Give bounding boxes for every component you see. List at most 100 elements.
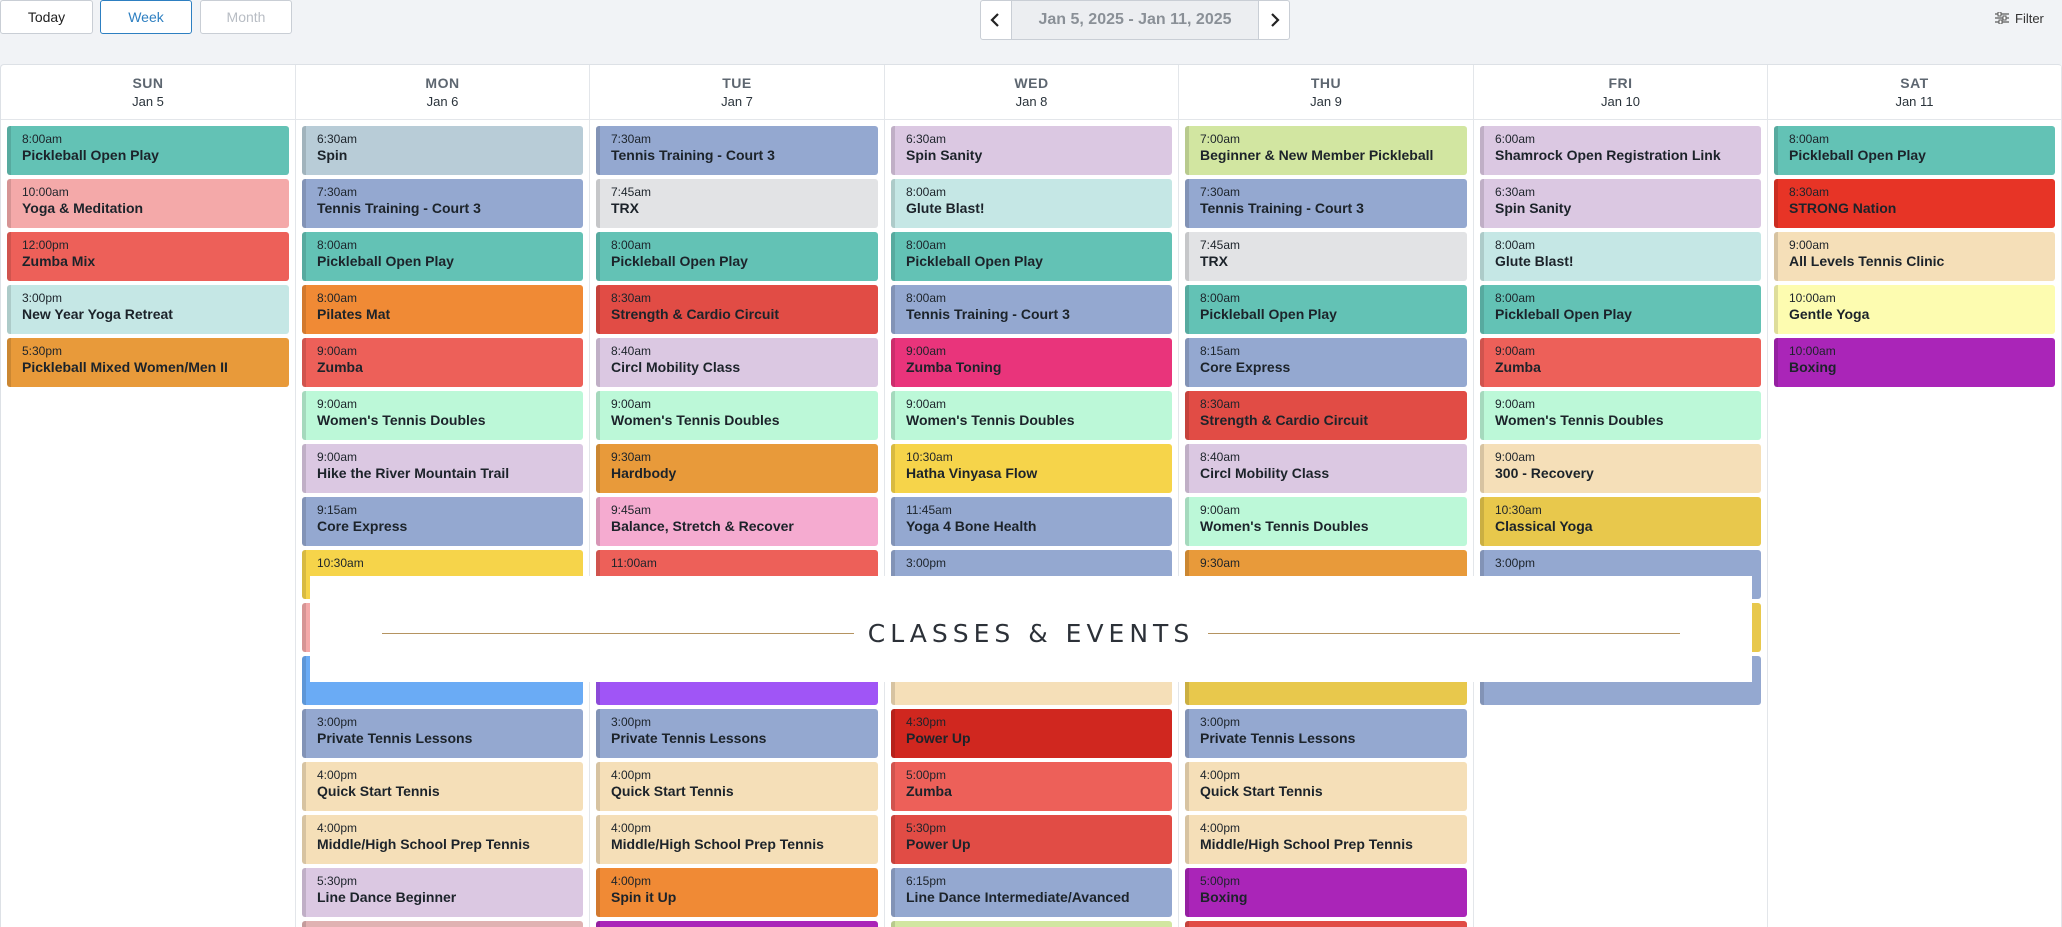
day-date: Jan 9 <box>1310 94 1342 109</box>
event-card[interactable]: 9:00am Women's Tennis Doubles <box>302 391 583 440</box>
event-card[interactable]: 8:30am STRONG Nation <box>1774 179 2055 228</box>
event-card[interactable]: 9:30am Hardbody <box>596 444 878 493</box>
event-card[interactable]: 8:00am Pickleball Open Play <box>891 232 1172 281</box>
event-card[interactable] <box>1185 921 1467 927</box>
event-card[interactable]: 7:45am TRX <box>1185 232 1467 281</box>
event-card[interactable]: 9:00am Zumba Toning <box>891 338 1172 387</box>
event-card[interactable] <box>891 921 1172 927</box>
event-card[interactable]: 5:30pm Pickleball Mixed Women/Men II <box>7 338 289 387</box>
event-card[interactable]: 9:00am Women's Tennis Doubles <box>1480 391 1761 440</box>
event-card[interactable]: 6:30am Spin <box>302 126 583 175</box>
next-week-button[interactable] <box>1259 1 1289 39</box>
event-card[interactable]: 8:00am Pilates Mat <box>302 285 583 334</box>
event-card[interactable]: 5:00pm Zumba <box>891 762 1172 811</box>
event-card[interactable]: 12:00pm Zumba Mix <box>7 232 289 281</box>
event-card[interactable]: 3:00pm Private Tennis Lessons <box>596 709 878 758</box>
event-card[interactable]: 9:00am Women's Tennis Doubles <box>891 391 1172 440</box>
event-card[interactable]: 10:00am Gentle Yoga <box>1774 285 2055 334</box>
week-view-button[interactable]: Week <box>100 0 192 34</box>
event-card[interactable]: 11:45am Yoga 4 Bone Health <box>891 497 1172 546</box>
event-card[interactable]: 9:00am Hike the River Mountain Trail <box>302 444 583 493</box>
event-time: 12:00pm <box>22 238 69 252</box>
event-card[interactable]: 8:15am Core Express <box>1185 338 1467 387</box>
event-card[interactable]: 4:00pm Quick Start Tennis <box>596 762 878 811</box>
event-name: New Year Yoga Retreat <box>22 306 173 322</box>
event-name: Beginner & New Member Pickleball <box>1200 147 1434 163</box>
event-card[interactable]: 9:00am All Levels Tennis Clinic <box>1774 232 2055 281</box>
event-card[interactable]: 4:00pm Middle/High School Prep Tennis <box>1185 815 1467 864</box>
filter-button[interactable]: Filter <box>1995 8 2044 28</box>
event-card[interactable]: 7:30am Tennis Training - Court 3 <box>302 179 583 228</box>
event-card[interactable]: 9:00am Women's Tennis Doubles <box>1185 497 1467 546</box>
event-card[interactable]: 8:00am Pickleball Open Play <box>1185 285 1467 334</box>
event-card[interactable]: 3:00pm Private Tennis Lessons <box>302 709 583 758</box>
event-card[interactable]: 3:00pm Private Tennis Lessons <box>1185 709 1467 758</box>
event-card[interactable] <box>596 921 878 927</box>
event-card[interactable]: 9:15am Core Express <box>302 497 583 546</box>
event-card[interactable]: 6:00am Shamrock Open Registration Link <box>1480 126 1761 175</box>
event-card[interactable]: 8:00am Tennis Training - Court 3 <box>891 285 1172 334</box>
previous-week-button[interactable] <box>981 1 1011 39</box>
event-card[interactable]: 4:00pm Quick Start Tennis <box>302 762 583 811</box>
event-card[interactable]: 8:00am Pickleball Open Play <box>1774 126 2055 175</box>
event-card[interactable]: 4:00pm Middle/High School Prep Tennis <box>596 815 878 864</box>
event-card[interactable]: 5:00pm Boxing <box>1185 868 1467 917</box>
event-time: 3:00pm <box>317 715 358 729</box>
event-card[interactable]: 8:00am Glute Blast! <box>891 179 1172 228</box>
event-card[interactable]: 9:45am Balance, Stretch & Recover <box>596 497 878 546</box>
event-card[interactable]: 10:00am Boxing <box>1774 338 2055 387</box>
event-card[interactable]: 7:30am Tennis Training - Court 3 <box>1185 179 1467 228</box>
month-view-button[interactable]: Month <box>200 0 292 34</box>
event-card[interactable]: 3:00pm New Year Yoga Retreat <box>7 285 289 334</box>
event-card[interactable]: 9:00am Zumba <box>1480 338 1761 387</box>
event-card[interactable]: 8:30am Strength & Cardio Circuit <box>596 285 878 334</box>
event-time: 9:30am <box>1200 556 1241 570</box>
event-card[interactable]: 8:30am Strength & Cardio Circuit <box>1185 391 1467 440</box>
event-name: Private Tennis Lessons <box>317 730 473 746</box>
event-card[interactable]: 4:00pm Spin it Up <box>596 868 878 917</box>
event-name: Hardbody <box>611 465 677 481</box>
event-time: 4:00pm <box>1200 768 1241 782</box>
event-card[interactable]: 8:00am Pickleball Open Play <box>1480 285 1761 334</box>
event-name: Core Express <box>1200 359 1291 375</box>
event-card[interactable]: 5:30pm Power Up <box>891 815 1172 864</box>
event-name: Tennis Training - Court 3 <box>1200 200 1364 216</box>
event-card[interactable]: 8:00am Glute Blast! <box>1480 232 1761 281</box>
event-name: Line Dance Beginner <box>317 889 457 905</box>
event-card[interactable]: 4:30pm Power Up <box>891 709 1172 758</box>
today-button[interactable]: Today <box>0 0 93 34</box>
event-time: 8:00am <box>1200 291 1241 305</box>
event-card[interactable]: 9:00am 300 - Recovery <box>1480 444 1761 493</box>
event-card[interactable] <box>302 921 583 927</box>
event-card[interactable]: 10:30am Hatha Vinyasa Flow <box>891 444 1172 493</box>
event-card[interactable]: 10:30am Classical Yoga <box>1480 497 1761 546</box>
event-name: Yoga & Meditation <box>22 200 144 216</box>
event-name: Hike the River Mountain Trail <box>317 465 510 481</box>
event-card[interactable]: 6:30am Spin Sanity <box>1480 179 1761 228</box>
event-card[interactable]: 8:00am Pickleball Open Play <box>7 126 289 175</box>
event-card[interactable]: 6:30am Spin Sanity <box>891 126 1172 175</box>
event-card[interactable]: 6:15pm Line Dance Intermediate/Avanced <box>891 868 1172 917</box>
event-card[interactable]: 9:00am Women's Tennis Doubles <box>596 391 878 440</box>
event-card[interactable]: 8:40am Circl Mobility Class <box>596 338 878 387</box>
event-card[interactable]: 5:30pm Line Dance Beginner <box>302 868 583 917</box>
event-card[interactable]: 7:30am Tennis Training - Court 3 <box>596 126 878 175</box>
event-card[interactable]: 7:45am TRX <box>596 179 878 228</box>
event-time: 8:00am <box>611 238 652 252</box>
event-card[interactable]: 8:00am Pickleball Open Play <box>596 232 878 281</box>
event-list: 7:30am Tennis Training - Court 3 7:45am TRX… <box>590 120 884 927</box>
event-name: Women's Tennis Doubles <box>1495 412 1664 428</box>
event-card[interactable]: 7:00am Beginner & New Member Pickleball <box>1185 126 1467 175</box>
event-name: Pickleball Mixed Women/Men II <box>22 359 228 375</box>
day-of-week: MON <box>425 75 460 91</box>
event-card[interactable]: 9:00am Zumba <box>302 338 583 387</box>
event-time: 9:00am <box>317 344 358 358</box>
event-time: 8:00am <box>317 291 358 305</box>
event-name: Line Dance Intermediate/Avanced <box>906 889 1130 905</box>
day-date: Jan 11 <box>1895 94 1934 109</box>
event-card[interactable]: 8:40am Circl Mobility Class <box>1185 444 1467 493</box>
event-card[interactable]: 10:00am Yoga & Meditation <box>7 179 289 228</box>
event-card[interactable]: 4:00pm Quick Start Tennis <box>1185 762 1467 811</box>
event-card[interactable]: 8:00am Pickleball Open Play <box>302 232 583 281</box>
event-card[interactable]: 4:00pm Middle/High School Prep Tennis <box>302 815 583 864</box>
